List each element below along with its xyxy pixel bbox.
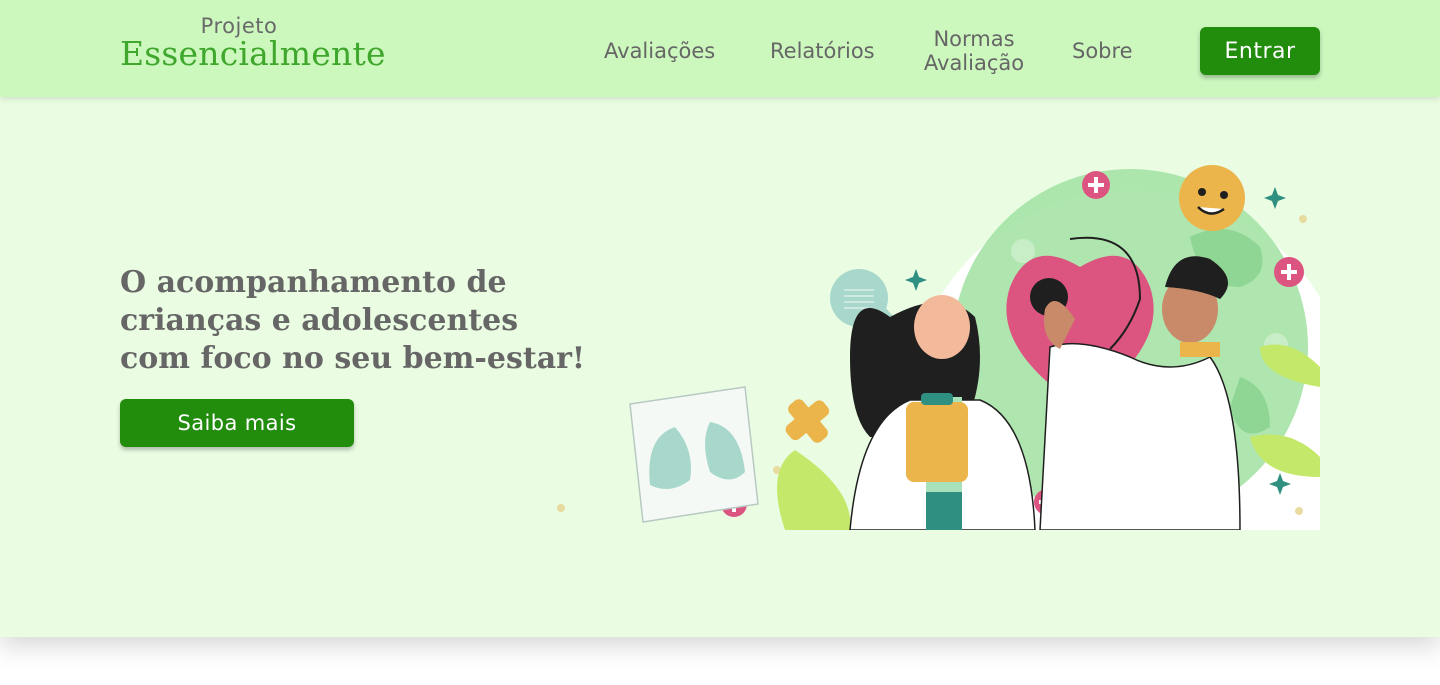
login-button[interactable]: Entrar <box>1200 27 1320 75</box>
top-navigation-bar: Projeto Essencialmente Avaliações Relató… <box>0 0 1440 97</box>
brand-name: Essencialmente <box>120 34 386 73</box>
learn-more-button[interactable]: Saiba mais <box>120 399 354 447</box>
bandage-icon <box>785 399 830 443</box>
hero-title: O acompanhamento de crianças e adolescen… <box>120 265 586 376</box>
smiley-face-icon <box>1179 165 1245 231</box>
health-illustration <box>557 165 1320 530</box>
nav-relatorios[interactable]: Relatórios <box>770 39 875 63</box>
lungs-xray-icon <box>629 386 759 523</box>
nav-normas-avaliacao[interactable]: Normas Avaliação <box>915 27 1033 75</box>
nav-avaliacoes[interactable]: Avaliações <box>604 39 715 63</box>
brand-logo[interactable]: Projeto Essencialmente <box>120 14 386 73</box>
hero-section: O acompanhamento de crianças e adolescen… <box>0 97 1440 637</box>
nav-sobre[interactable]: Sobre <box>1072 39 1133 63</box>
